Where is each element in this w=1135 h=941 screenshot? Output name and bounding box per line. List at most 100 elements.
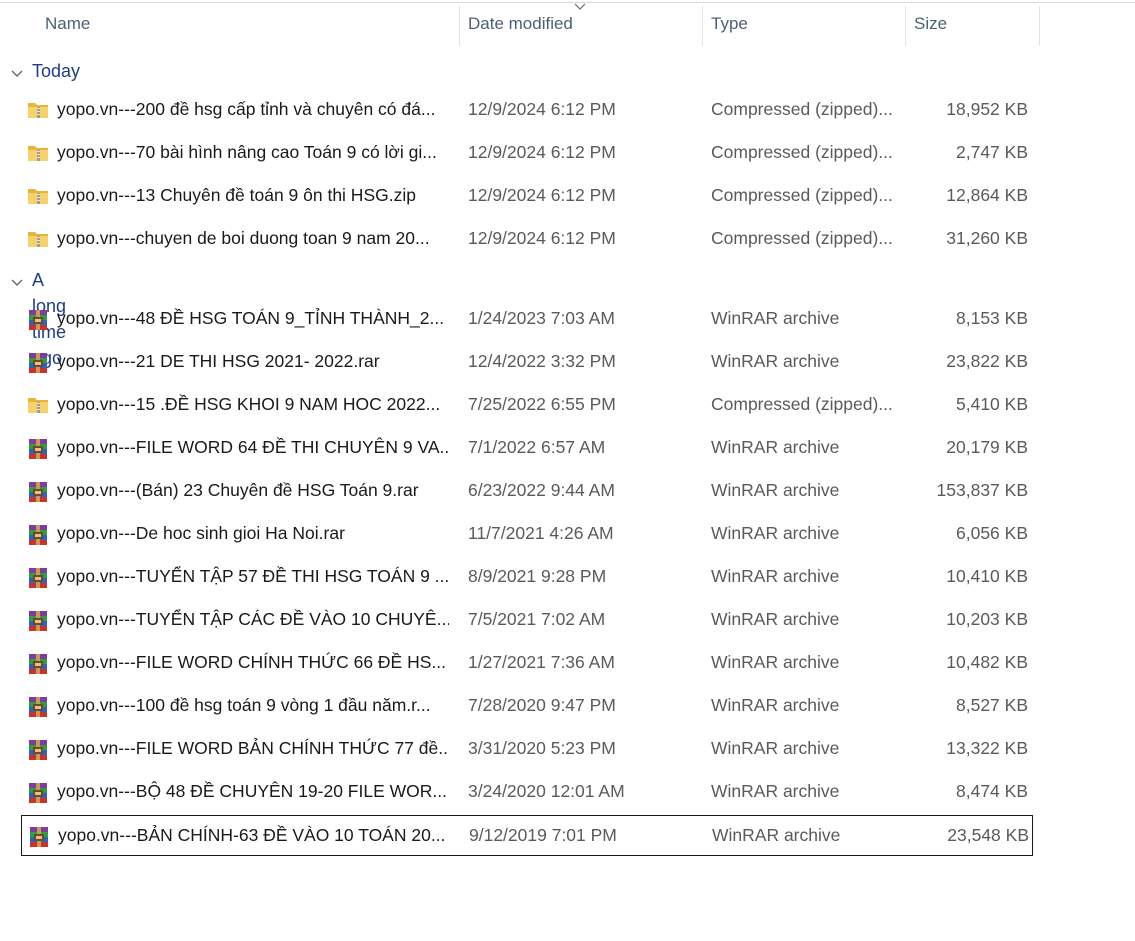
file-row[interactable]: yopo.vn---13 Chuyên đề toán 9 ôn thi HSG… — [21, 176, 1033, 217]
file-date-modified: 3/24/2020 12:01 AM — [468, 781, 625, 801]
file-type: WinRAR archive — [711, 738, 840, 758]
file-type: Compressed (zipped)... — [711, 185, 893, 205]
zip-folder-icon — [27, 229, 49, 249]
winrar-icon — [27, 696, 49, 717]
file-row[interactable]: yopo.vn---FILE WORD BẢN CHÍNH THỨC 77 đề… — [21, 729, 1033, 770]
winrar-icon — [27, 739, 49, 760]
file-date-modified: 6/23/2022 9:44 AM — [468, 480, 615, 500]
file-name: yopo.vn---48 ĐỀ HSG TOÁN 9_TỈNH THÀNH_2.… — [57, 308, 445, 328]
file-row[interactable]: yopo.vn---TUYỂN TẬP 57 ĐỀ THI HSG TOÁN 9… — [21, 557, 1033, 598]
file-size: 2,747 KB — [956, 142, 1028, 162]
file-row[interactable]: yopo.vn---FILE WORD 64 ĐỀ THI CHUYÊN 9 V… — [21, 428, 1033, 469]
file-size: 6,056 KB — [956, 523, 1028, 543]
file-row[interactable]: yopo.vn---21 DE THI HSG 2021- 2022.rar 12… — [21, 342, 1033, 383]
file-type: WinRAR archive — [711, 523, 840, 543]
winrar-icon — [27, 309, 49, 330]
file-name: yopo.vn---BẢN CHÍNH-63 ĐỀ VÀO 10 TOÁN 20… — [58, 825, 446, 845]
column-header-bar: Name Date modified Type Size — [0, 3, 1135, 46]
file-name: yopo.vn---TUYỂN TẬP 57 ĐỀ THI HSG TOÁN 9… — [57, 566, 449, 586]
winrar-icon — [27, 782, 49, 803]
column-header-date-modified[interactable]: Date modified — [468, 3, 573, 45]
winrar-icon — [27, 610, 49, 631]
winrar-icon — [28, 826, 50, 847]
winrar-icon — [27, 567, 49, 588]
zip-folder-icon — [27, 186, 49, 206]
chevron-down-icon — [574, 3, 586, 10]
file-size: 8,153 KB — [956, 308, 1028, 328]
file-row[interactable]: yopo.vn---FILE WORD CHÍNH THỨC 66 ĐỀ HS.… — [21, 643, 1033, 684]
column-header-size[interactable]: Size — [914, 3, 947, 45]
zip-folder-icon — [27, 100, 49, 120]
file-type: Compressed (zipped)... — [711, 394, 893, 414]
file-date-modified: 1/24/2023 7:03 AM — [468, 308, 615, 328]
file-row[interactable]: yopo.vn---BẢN CHÍNH-63 ĐỀ VÀO 10 TOÁN 20… — [21, 815, 1033, 856]
file-row[interactable]: yopo.vn---70 bài hình nâng cao Toán 9 có… — [21, 133, 1033, 174]
file-date-modified: 12/4/2022 3:32 PM — [468, 351, 616, 371]
chevron-down-icon[interactable] — [10, 275, 24, 286]
file-type: Compressed (zipped)... — [711, 142, 893, 162]
file-row[interactable]: yopo.vn---BỘ 48 ĐỀ CHUYÊN 19-20 FILE WOR… — [21, 772, 1033, 813]
file-type: WinRAR archive — [712, 825, 841, 845]
winrar-icon — [27, 524, 49, 545]
column-header-type[interactable]: Type — [711, 3, 748, 45]
file-type: WinRAR archive — [711, 480, 840, 500]
group-label: Today — [32, 61, 81, 81]
file-row[interactable]: yopo.vn---15 .ĐỀ HSG KHOI 9 NAM HOC 2022… — [21, 385, 1033, 426]
file-row[interactable]: yopo.vn---De hoc sinh gioi Ha Noi.rar 11/… — [21, 514, 1033, 555]
file-name: yopo.vn---FILE WORD BẢN CHÍNH THỨC 77 đề… — [57, 738, 449, 758]
file-name: yopo.vn---FILE WORD 64 ĐỀ THI CHUYÊN 9 V… — [57, 437, 449, 457]
file-date-modified: 7/28/2020 9:47 PM — [468, 695, 616, 715]
file-date-modified: 12/9/2024 6:12 PM — [468, 185, 616, 205]
file-name: yopo.vn---200 đề hsg cấp tỉnh và chuyên … — [57, 99, 436, 119]
file-row[interactable]: yopo.vn---100 đề hsg toán 9 vòng 1 đầu n… — [21, 686, 1033, 727]
file-size: 31,260 KB — [946, 228, 1028, 248]
file-name: yopo.vn---21 DE THI HSG 2021- 2022.rar — [57, 351, 380, 371]
file-date-modified: 11/7/2021 4:26 AM — [468, 523, 614, 543]
file-date-modified: 9/12/2019 7:01 PM — [469, 825, 617, 845]
file-row[interactable]: yopo.vn---200 đề hsg cấp tỉnh và chuyên … — [21, 90, 1033, 131]
file-size: 20,179 KB — [946, 437, 1028, 457]
winrar-icon — [27, 653, 49, 674]
file-date-modified: 3/31/2020 5:23 PM — [468, 738, 616, 758]
file-name: yopo.vn---BỘ 48 ĐỀ CHUYÊN 19-20 FILE WOR… — [57, 781, 447, 801]
file-name: yopo.vn---15 .ĐỀ HSG KHOI 9 NAM HOC 2022… — [57, 394, 441, 414]
file-size: 8,527 KB — [956, 695, 1028, 715]
file-name: yopo.vn---100 đề hsg toán 9 vòng 1 đầu n… — [57, 695, 431, 715]
file-size: 12,864 KB — [946, 185, 1028, 205]
column-divider[interactable] — [1039, 6, 1040, 46]
file-name: yopo.vn---De hoc sinh gioi Ha Noi.rar — [57, 523, 345, 543]
file-row[interactable]: yopo.vn---chuyen de boi duong toan 9 nam… — [21, 219, 1033, 260]
file-name: yopo.vn---FILE WORD CHÍNH THỨC 66 ĐỀ HS.… — [57, 652, 446, 672]
file-type: WinRAR archive — [711, 609, 840, 629]
file-date-modified: 12/9/2024 6:12 PM — [468, 142, 616, 162]
file-type: WinRAR archive — [711, 351, 840, 371]
file-size: 13,322 KB — [946, 738, 1028, 758]
file-row[interactable]: yopo.vn---(Bán) 23 Chuyên đề HSG Toán 9.… — [21, 471, 1033, 512]
column-divider[interactable] — [459, 6, 460, 46]
chevron-down-icon[interactable] — [10, 66, 24, 77]
zip-folder-icon — [27, 143, 49, 163]
file-date-modified: 7/1/2022 6:57 AM — [468, 437, 606, 457]
file-date-modified: 1/27/2021 7:36 AM — [468, 652, 615, 672]
file-row[interactable]: yopo.vn---48 ĐỀ HSG TOÁN 9_TỈNH THÀNH_2.… — [21, 299, 1033, 340]
file-size: 10,482 KB — [946, 652, 1028, 672]
file-type: WinRAR archive — [711, 566, 840, 586]
column-divider[interactable] — [702, 6, 703, 46]
file-type: WinRAR archive — [711, 781, 840, 801]
file-size: 5,410 KB — [956, 394, 1028, 414]
file-size: 10,410 KB — [946, 566, 1028, 586]
winrar-icon — [27, 438, 49, 459]
file-size: 23,548 KB — [947, 825, 1029, 845]
file-size: 10,203 KB — [946, 609, 1028, 629]
column-header-name[interactable]: Name — [45, 3, 90, 45]
file-name: yopo.vn---(Bán) 23 Chuyên đề HSG Toán 9.… — [57, 480, 419, 500]
file-type: WinRAR archive — [711, 652, 840, 672]
winrar-icon — [27, 352, 49, 373]
winrar-icon — [27, 481, 49, 502]
file-size: 18,952 KB — [946, 99, 1028, 119]
file-date-modified: 12/9/2024 6:12 PM — [468, 99, 616, 119]
file-date-modified: 7/5/2021 7:02 AM — [468, 609, 606, 629]
file-row[interactable]: yopo.vn---TUYỂN TẬP CÁC ĐỀ VÀO 10 CHUYÊ.… — [21, 600, 1033, 641]
column-divider[interactable] — [905, 6, 906, 46]
file-type: WinRAR archive — [711, 308, 840, 328]
